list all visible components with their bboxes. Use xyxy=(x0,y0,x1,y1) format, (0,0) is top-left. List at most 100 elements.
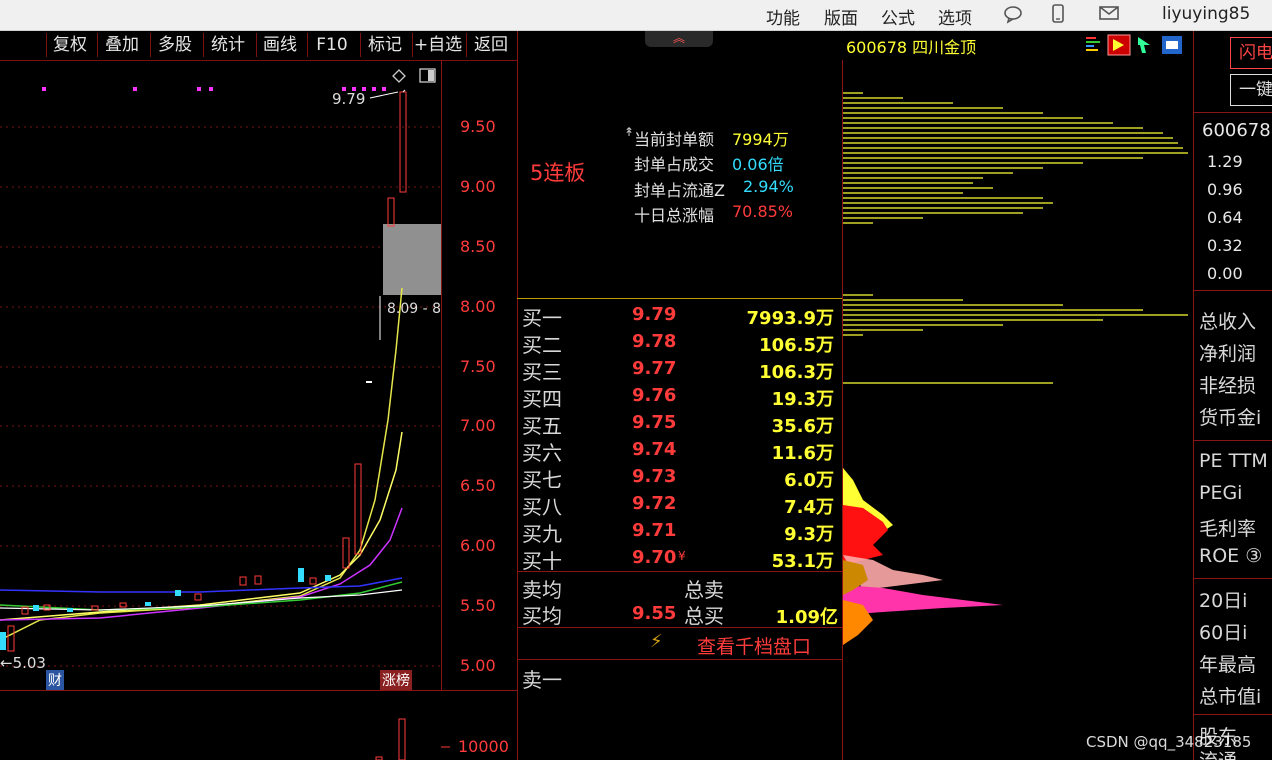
seal-float-value: 2.94% xyxy=(743,177,794,196)
restore-rights-button[interactable]: 复权 xyxy=(46,33,93,57)
ten-day-gain-value: 70.85% xyxy=(732,202,794,221)
seal-amount-value: 7994万 xyxy=(732,130,789,149)
watermark: CSDN @qq_34823185 xyxy=(1086,733,1252,751)
right-panel-sep-3 xyxy=(1194,440,1272,441)
multi-stock-button[interactable]: 多股 xyxy=(150,33,199,57)
sixty-day-label: 60日i xyxy=(1199,622,1248,644)
chip-tool-icons[interactable] xyxy=(1086,33,1190,57)
limit-up-marker-icon: ¥ xyxy=(678,549,686,563)
seal-turnover-value: 0.06倍 xyxy=(732,155,784,174)
menu-formula[interactable]: 公式 xyxy=(881,4,915,29)
high-price-label: 9.79 xyxy=(332,90,366,108)
bid-volume: 6.0万 xyxy=(784,470,834,491)
bid-volume: 35.6万 xyxy=(771,416,834,437)
bid-price: 9.76 xyxy=(632,385,677,406)
y-tick: 6.50 xyxy=(460,476,496,495)
box-range-label: 8.09 - 8 xyxy=(387,301,441,317)
y-tick: 5.50 xyxy=(460,596,496,615)
chip-distribution-chart xyxy=(843,92,1188,645)
right-panel-sep-4 xyxy=(1194,578,1272,579)
lightning-icon: ⚡ xyxy=(650,631,663,652)
bid-price: 9.79 xyxy=(632,304,677,325)
right-panel-sep-5 xyxy=(1194,714,1272,715)
diamond-icon xyxy=(392,69,406,83)
volume-tick: 10000 xyxy=(458,737,509,756)
seal-float-label: 封单占流通Z xyxy=(634,181,725,200)
bid-price: 9.75 xyxy=(632,412,677,433)
bid-label: 买九 xyxy=(522,522,562,546)
buy-avg-value: 9.55 xyxy=(632,603,677,624)
y-tick: 7.00 xyxy=(460,416,496,435)
bid-volume: 106.5万 xyxy=(759,335,834,356)
bid-label: 买六 xyxy=(522,441,562,465)
total-buy-value: 1.09亿 xyxy=(775,607,838,628)
ten-day-gain-label: 十日总涨幅 xyxy=(634,206,715,225)
mark-button[interactable]: 标记 xyxy=(360,33,409,57)
bid-price: 9.77 xyxy=(632,358,677,379)
phone-icon[interactable] xyxy=(1050,4,1066,29)
year-high-label: 年最高 xyxy=(1199,654,1257,676)
menu-options[interactable]: 选项 xyxy=(938,4,972,29)
bid-label: 买七 xyxy=(522,468,562,492)
chat-icon[interactable] xyxy=(1002,4,1024,29)
bid-price: 9.78 xyxy=(632,331,677,352)
menu-function[interactable]: 功能 xyxy=(766,4,800,29)
bid-label: 买二 xyxy=(522,333,562,357)
sell-avg-label: 卖均 xyxy=(522,578,562,602)
non-recurring-label: 非经损 xyxy=(1199,375,1257,397)
view-depth-link[interactable]: 查看千档盘口 xyxy=(697,632,811,659)
back-button[interactable]: 返回 xyxy=(466,33,515,57)
bid-price: 9.70 xyxy=(632,547,677,568)
y-tick: 9.00 xyxy=(460,177,496,196)
statistics-button[interactable]: 统计 xyxy=(203,33,252,57)
finance-badge[interactable]: 财 xyxy=(46,670,64,690)
market-cap-label: 总市值i xyxy=(1199,686,1262,708)
flash-button[interactable]: 闪电 xyxy=(1230,37,1272,69)
bar-tool-icon xyxy=(1086,37,1100,51)
bid-volume: 53.1万 xyxy=(771,551,834,572)
bid-volume: 11.6万 xyxy=(771,443,834,464)
stock-code-name: 600678 四川金顶 xyxy=(846,38,977,57)
chart-tool-icon xyxy=(1162,36,1182,54)
bid-label: 买八 xyxy=(522,495,562,519)
bid-volume: 7993.9万 xyxy=(746,308,834,329)
overlay-button[interactable]: 叠加 xyxy=(97,33,146,57)
right-stock-code: 600678 xyxy=(1202,120,1271,141)
kline-chart[interactable] xyxy=(0,60,441,690)
scale-tick: 0.32 xyxy=(1207,236,1243,255)
bid-price: 9.73 xyxy=(632,466,677,487)
y-tick: 7.50 xyxy=(460,357,496,376)
mail-icon[interactable] xyxy=(1098,4,1120,27)
arrow-tool-icon xyxy=(1138,37,1150,53)
gross-margin-label: 毛利率 xyxy=(1199,518,1257,540)
bid-label: 买十 xyxy=(522,549,562,573)
peg-label: PEGi xyxy=(1199,482,1243,504)
volume-chart xyxy=(375,718,450,760)
bid-price: 9.72 xyxy=(632,493,677,514)
one-click-button[interactable]: 一键 xyxy=(1230,74,1272,106)
f10-button[interactable]: F10 xyxy=(307,33,356,57)
y-tick: 6.00 xyxy=(460,536,496,555)
system-menubar: 功能 版面 公式 选项 liyuying85 xyxy=(0,0,1272,31)
bid-list: 买一 9.79 7993.9万 买二 9.78 106.5万 买三 9.77 1… xyxy=(517,301,842,573)
bid-volume: 19.3万 xyxy=(771,389,834,410)
chevron-up-icon: ︽ xyxy=(672,31,685,45)
bid-label: 买三 xyxy=(522,360,562,384)
add-watchlist-button[interactable]: +自选 xyxy=(412,33,463,57)
pin-icon: ↟ xyxy=(624,125,635,139)
panel-divider-3 xyxy=(1193,31,1194,760)
bid-volume: 9.3万 xyxy=(784,524,834,545)
username[interactable]: liyuying85 xyxy=(1162,4,1250,24)
menu-layout[interactable]: 版面 xyxy=(824,4,858,29)
bid-price: 9.71 xyxy=(632,520,677,541)
total-buy-label: 总买 xyxy=(684,604,724,628)
pe-ttm-label: PE TTM xyxy=(1199,450,1268,472)
scale-tick: 0.64 xyxy=(1207,208,1243,227)
scale-tick: 0.00 xyxy=(1207,264,1243,283)
gain-rank-badge[interactable]: 涨榜 xyxy=(380,670,412,690)
seal-amount-label: 当前封单额 xyxy=(634,130,715,149)
collapse-tab[interactable]: ︽ xyxy=(645,31,713,47)
draw-line-button[interactable]: 画线 xyxy=(256,33,303,57)
total-sell-label: 总卖 xyxy=(684,578,724,602)
sell1-label: 卖一 xyxy=(522,668,562,692)
